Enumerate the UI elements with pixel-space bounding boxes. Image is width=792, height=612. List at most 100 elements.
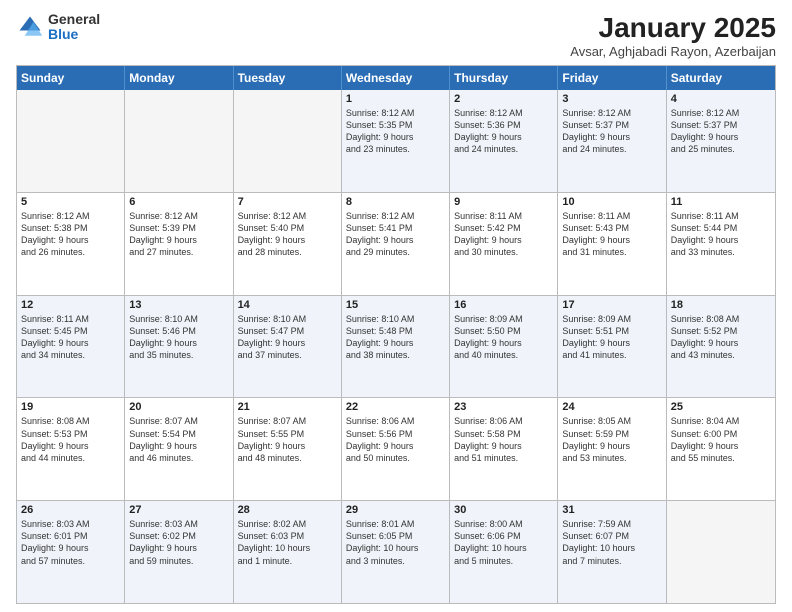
day-number: 16 xyxy=(454,299,553,311)
day-number: 26 xyxy=(21,504,120,516)
day-number: 30 xyxy=(454,504,553,516)
calendar-cell-2-3: 15 Sunrise: 8:10 AM Sunset: 5:48 PM Dayli… xyxy=(342,296,450,398)
calendar-cell-1-2: 7 Sunrise: 8:12 AM Sunset: 5:40 PM Daylig… xyxy=(234,193,342,295)
calendar-cell-1-4: 9Sunrise: 8:11 AM Sunset: 5:42 PM Daylig… xyxy=(450,193,558,295)
day-number: 18 xyxy=(671,299,771,311)
cell-info: Sunrise: 8:00 AM Sunset: 6:06 PM Dayligh… xyxy=(454,518,553,567)
title-block: January 2025 Avsar, Aghjabadi Rayon, Aze… xyxy=(570,12,776,59)
calendar-cell-0-4: 2 Sunrise: 8:12 AM Sunset: 5:36 PM Daylig… xyxy=(450,90,558,192)
day-number: 22 xyxy=(346,401,445,413)
day-number: 10 xyxy=(562,196,661,208)
logo-text: General Blue xyxy=(48,12,100,43)
cell-info: Sunrise: 8:03 AM Sunset: 6:01 PM Dayligh… xyxy=(21,518,120,567)
day-number: 6 xyxy=(129,196,228,208)
day-number: 3 xyxy=(562,93,661,105)
calendar-cell-3-2: 21 Sunrise: 8:07 AM Sunset: 5:55 PM Dayli… xyxy=(234,398,342,500)
calendar-cell-1-1: 6 Sunrise: 8:12 AM Sunset: 5:39 PM Daylig… xyxy=(125,193,233,295)
day-number: 24 xyxy=(562,401,661,413)
day-number: 11 xyxy=(671,196,771,208)
calendar-row-2: 12 Sunrise: 8:11 AM Sunset: 5:45 PM Dayli… xyxy=(17,295,775,398)
day-number: 21 xyxy=(238,401,337,413)
logo: General Blue xyxy=(16,12,100,43)
day-number: 8 xyxy=(346,196,445,208)
day-number: 15 xyxy=(346,299,445,311)
cell-info: Sunrise: 8:12 AM Sunset: 5:40 PM Dayligh… xyxy=(238,210,337,259)
calendar-cell-1-3: 8 Sunrise: 8:12 AM Sunset: 5:41 PM Daylig… xyxy=(342,193,450,295)
header-day-friday: Friday xyxy=(558,66,666,90)
cell-info: Sunrise: 8:06 AM Sunset: 5:56 PM Dayligh… xyxy=(346,415,445,464)
cell-info: Sunrise: 8:12 AM Sunset: 5:37 PM Dayligh… xyxy=(671,107,771,156)
day-number: 7 xyxy=(238,196,337,208)
calendar-cell-4-2: 28 Sunrise: 8:02 AM Sunset: 6:03 PM Dayli… xyxy=(234,501,342,603)
cell-info: Sunrise: 8:05 AM Sunset: 5:59 PM Dayligh… xyxy=(562,415,661,464)
cell-info: Sunrise: 8:09 AM Sunset: 5:50 PM Dayligh… xyxy=(454,313,553,362)
day-number: 19 xyxy=(21,401,120,413)
day-number: 29 xyxy=(346,504,445,516)
cell-info: Sunrise: 8:02 AM Sunset: 6:03 PM Dayligh… xyxy=(238,518,337,567)
day-number: 2 xyxy=(454,93,553,105)
calendar-cell-3-6: 25Sunrise: 8:04 AM Sunset: 6:00 PM Dayli… xyxy=(667,398,775,500)
calendar-row-3: 19 Sunrise: 8:08 AM Sunset: 5:53 PM Dayli… xyxy=(17,397,775,500)
calendar-cell-1-0: 5Sunrise: 8:12 AM Sunset: 5:38 PM Daylig… xyxy=(17,193,125,295)
header-day-monday: Monday xyxy=(125,66,233,90)
cell-info: Sunrise: 8:07 AM Sunset: 5:54 PM Dayligh… xyxy=(129,415,228,464)
calendar-cell-3-1: 20 Sunrise: 8:07 AM Sunset: 5:54 PM Dayli… xyxy=(125,398,233,500)
day-number: 25 xyxy=(671,401,771,413)
calendar-cell-2-0: 12 Sunrise: 8:11 AM Sunset: 5:45 PM Dayli… xyxy=(17,296,125,398)
header: General Blue January 2025 Avsar, Aghjaba… xyxy=(16,12,776,59)
calendar-cell-4-5: 31Sunrise: 7:59 AM Sunset: 6:07 PM Dayli… xyxy=(558,501,666,603)
cell-info: Sunrise: 8:08 AM Sunset: 5:53 PM Dayligh… xyxy=(21,415,120,464)
calendar-cell-4-3: 29 Sunrise: 8:01 AM Sunset: 6:05 PM Dayli… xyxy=(342,501,450,603)
header-day-saturday: Saturday xyxy=(667,66,775,90)
day-number: 28 xyxy=(238,504,337,516)
calendar-cell-0-1 xyxy=(125,90,233,192)
cell-info: Sunrise: 8:12 AM Sunset: 5:41 PM Dayligh… xyxy=(346,210,445,259)
calendar-cell-4-0: 26 Sunrise: 8:03 AM Sunset: 6:01 PM Dayli… xyxy=(17,501,125,603)
calendar-cell-2-1: 13Sunrise: 8:10 AM Sunset: 5:46 PM Dayli… xyxy=(125,296,233,398)
cell-info: Sunrise: 8:07 AM Sunset: 5:55 PM Dayligh… xyxy=(238,415,337,464)
cell-info: Sunrise: 8:12 AM Sunset: 5:36 PM Dayligh… xyxy=(454,107,553,156)
calendar-row-1: 5Sunrise: 8:12 AM Sunset: 5:38 PM Daylig… xyxy=(17,192,775,295)
day-number: 5 xyxy=(21,196,120,208)
calendar-cell-0-5: 3 Sunrise: 8:12 AM Sunset: 5:37 PM Daylig… xyxy=(558,90,666,192)
cell-info: Sunrise: 8:09 AM Sunset: 5:51 PM Dayligh… xyxy=(562,313,661,362)
calendar-cell-3-0: 19 Sunrise: 8:08 AM Sunset: 5:53 PM Dayli… xyxy=(17,398,125,500)
calendar-row-4: 26 Sunrise: 8:03 AM Sunset: 6:01 PM Dayli… xyxy=(17,500,775,603)
cell-info: Sunrise: 8:12 AM Sunset: 5:39 PM Dayligh… xyxy=(129,210,228,259)
page-subtitle: Avsar, Aghjabadi Rayon, Azerbaijan xyxy=(570,44,776,59)
calendar-cell-0-0 xyxy=(17,90,125,192)
cell-info: Sunrise: 8:10 AM Sunset: 5:47 PM Dayligh… xyxy=(238,313,337,362)
calendar-body: 1Sunrise: 8:12 AM Sunset: 5:35 PM Daylig… xyxy=(17,90,775,603)
header-day-wednesday: Wednesday xyxy=(342,66,450,90)
header-day-sunday: Sunday xyxy=(17,66,125,90)
logo-general-text: General xyxy=(48,11,100,27)
cell-info: Sunrise: 8:12 AM Sunset: 5:37 PM Dayligh… xyxy=(562,107,661,156)
calendar-cell-2-2: 14Sunrise: 8:10 AM Sunset: 5:47 PM Dayli… xyxy=(234,296,342,398)
cell-info: Sunrise: 8:12 AM Sunset: 5:35 PM Dayligh… xyxy=(346,107,445,156)
cell-info: Sunrise: 8:11 AM Sunset: 5:45 PM Dayligh… xyxy=(21,313,120,362)
day-number: 27 xyxy=(129,504,228,516)
day-number: 12 xyxy=(21,299,120,311)
header-day-tuesday: Tuesday xyxy=(234,66,342,90)
cell-info: Sunrise: 8:11 AM Sunset: 5:43 PM Dayligh… xyxy=(562,210,661,259)
logo-icon xyxy=(16,13,44,41)
calendar-cell-0-2 xyxy=(234,90,342,192)
cell-info: Sunrise: 8:10 AM Sunset: 5:48 PM Dayligh… xyxy=(346,313,445,362)
day-number: 9 xyxy=(454,196,553,208)
calendar-row-0: 1Sunrise: 8:12 AM Sunset: 5:35 PM Daylig… xyxy=(17,90,775,192)
day-number: 20 xyxy=(129,401,228,413)
cell-info: Sunrise: 8:11 AM Sunset: 5:44 PM Dayligh… xyxy=(671,210,771,259)
day-number: 13 xyxy=(129,299,228,311)
calendar-cell-2-4: 16 Sunrise: 8:09 AM Sunset: 5:50 PM Dayli… xyxy=(450,296,558,398)
calendar-cell-3-3: 22 Sunrise: 8:06 AM Sunset: 5:56 PM Dayli… xyxy=(342,398,450,500)
cell-info: Sunrise: 8:01 AM Sunset: 6:05 PM Dayligh… xyxy=(346,518,445,567)
cell-info: Sunrise: 8:08 AM Sunset: 5:52 PM Dayligh… xyxy=(671,313,771,362)
calendar-cell-0-3: 1Sunrise: 8:12 AM Sunset: 5:35 PM Daylig… xyxy=(342,90,450,192)
logo-blue-text: Blue xyxy=(48,26,78,42)
cell-info: Sunrise: 8:06 AM Sunset: 5:58 PM Dayligh… xyxy=(454,415,553,464)
page-title: January 2025 xyxy=(570,12,776,44)
cell-info: Sunrise: 8:03 AM Sunset: 6:02 PM Dayligh… xyxy=(129,518,228,567)
calendar: SundayMondayTuesdayWednesdayThursdayFrid… xyxy=(16,65,776,604)
calendar-cell-4-6 xyxy=(667,501,775,603)
calendar-cell-1-6: 11 Sunrise: 8:11 AM Sunset: 5:44 PM Dayli… xyxy=(667,193,775,295)
